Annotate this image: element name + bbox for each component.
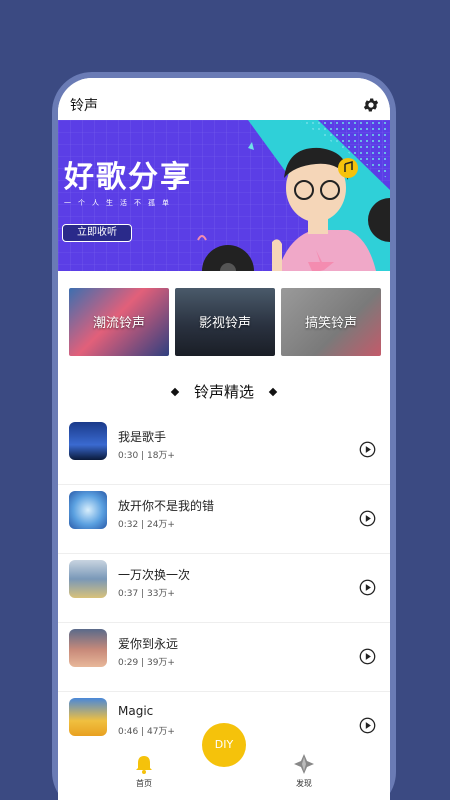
song-item[interactable]: 放开你不是我的错 0:32 | 24万+ — [58, 485, 390, 554]
song-item[interactable]: 一万次换一次 0:37 | 33万+ — [58, 554, 390, 623]
song-meta: 0:37 | 33万+ — [118, 589, 175, 599]
compass-icon — [294, 754, 314, 774]
song-cover — [69, 491, 107, 529]
gear-icon[interactable] — [362, 96, 380, 114]
play-icon[interactable] — [359, 441, 376, 458]
banner-subtitle: 一个人生活不孤单 — [64, 199, 176, 207]
song-cover — [69, 629, 107, 667]
song-name: 放开你不是我的错 — [118, 499, 215, 513]
category-film[interactable]: 影视铃声 — [175, 288, 275, 356]
tab-discover-label: 发现 — [296, 779, 312, 788]
play-icon[interactable] — [359, 648, 376, 665]
song-name: 一万次换一次 — [118, 568, 191, 582]
category-row: 潮流铃声 影视铃声 搞笑铃声 — [69, 288, 381, 356]
play-icon[interactable] — [359, 579, 376, 596]
song-item[interactable]: 我是歌手 0:30 | 18万+ — [58, 416, 390, 485]
song-name: Magic — [118, 704, 154, 718]
tab-home[interactable]: 首页 — [114, 746, 174, 800]
diy-button[interactable]: DIY — [202, 723, 246, 767]
app-screen: 铃声 好歌分享 一个人生活不孤单 立即收听 潮流铃声 影视铃声 搞笑铃声 铃声精… — [58, 78, 390, 800]
song-item[interactable]: 爱你到永远 0:29 | 39万+ — [58, 623, 390, 692]
song-meta: 0:32 | 24万+ — [118, 520, 175, 530]
promo-banner[interactable]: 好歌分享 一个人生活不孤单 立即收听 — [58, 120, 390, 271]
song-cover — [69, 698, 107, 736]
bell-icon — [136, 756, 152, 774]
play-icon[interactable] — [359, 510, 376, 527]
category-label: 影视铃声 — [198, 316, 251, 331]
category-trend[interactable]: 潮流铃声 — [69, 288, 169, 356]
song-meta: 0:46 | 47万+ — [118, 727, 175, 737]
song-meta: 0:29 | 39万+ — [118, 658, 175, 668]
category-label: 搞笑铃声 — [304, 316, 357, 331]
category-funny[interactable]: 搞笑铃声 — [281, 288, 381, 356]
section-title: 铃声精选 — [193, 383, 254, 401]
app-header: 铃声 — [58, 78, 390, 120]
category-label: 潮流铃声 — [92, 316, 145, 331]
banner-title: 好歌分享 — [64, 160, 192, 195]
song-cover — [69, 422, 107, 460]
tab-discover[interactable]: 发现 — [274, 746, 334, 800]
play-icon[interactable] — [359, 717, 376, 734]
song-name: 爱你到永远 — [118, 637, 179, 651]
app-title: 铃声 — [70, 98, 98, 114]
tab-home-label: 首页 — [136, 779, 152, 788]
song-cover — [69, 560, 107, 598]
song-name: 我是歌手 — [118, 430, 167, 444]
listen-now-button[interactable]: 立即收听 — [62, 224, 132, 242]
song-meta: 0:30 | 18万+ — [118, 451, 175, 461]
